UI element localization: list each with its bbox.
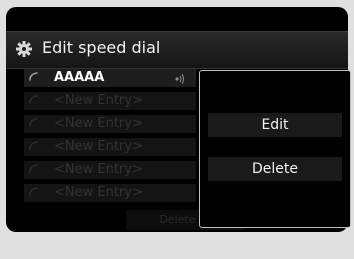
- edit-button[interactable]: Edit: [208, 113, 342, 137]
- phone-handset-icon: [29, 141, 38, 150]
- phone-handset-icon: [29, 187, 38, 196]
- phone-handset-icon: [29, 118, 38, 127]
- entry-options-popup: Edit Delete: [199, 70, 351, 228]
- entry-label: <New Entry>: [54, 185, 143, 200]
- speed-dial-entry-1[interactable]: AAAAA: [24, 69, 196, 87]
- speed-dial-entry-6[interactable]: <New Entry>: [24, 184, 196, 202]
- phone-handset-icon: [29, 95, 38, 104]
- entry-label: AAAAA: [54, 70, 105, 85]
- screen: Edit speed dial AAAAA <New Entry> <New E…: [6, 7, 351, 232]
- entry-label: <New Entry>: [54, 116, 143, 131]
- speed-dial-entry-5[interactable]: <New Entry>: [24, 161, 196, 179]
- voice-tag-icon: [175, 73, 184, 84]
- speed-dial-entry-3[interactable]: <New Entry>: [24, 115, 196, 133]
- header-bar: Edit speed dial: [6, 31, 348, 69]
- entry-label: <New Entry>: [54, 139, 143, 154]
- entry-label: <New Entry>: [54, 93, 143, 108]
- gear-icon: [16, 41, 32, 57]
- phone-handset-icon: [29, 164, 38, 173]
- speed-dial-entry-4[interactable]: <New Entry>: [24, 138, 196, 156]
- entry-label: <New Entry>: [54, 162, 143, 177]
- page-title: Edit speed dial: [42, 38, 161, 57]
- delete-button[interactable]: Delete: [208, 157, 342, 181]
- phone-handset-icon: [29, 72, 38, 81]
- speed-dial-entry-2[interactable]: <New Entry>: [24, 92, 196, 110]
